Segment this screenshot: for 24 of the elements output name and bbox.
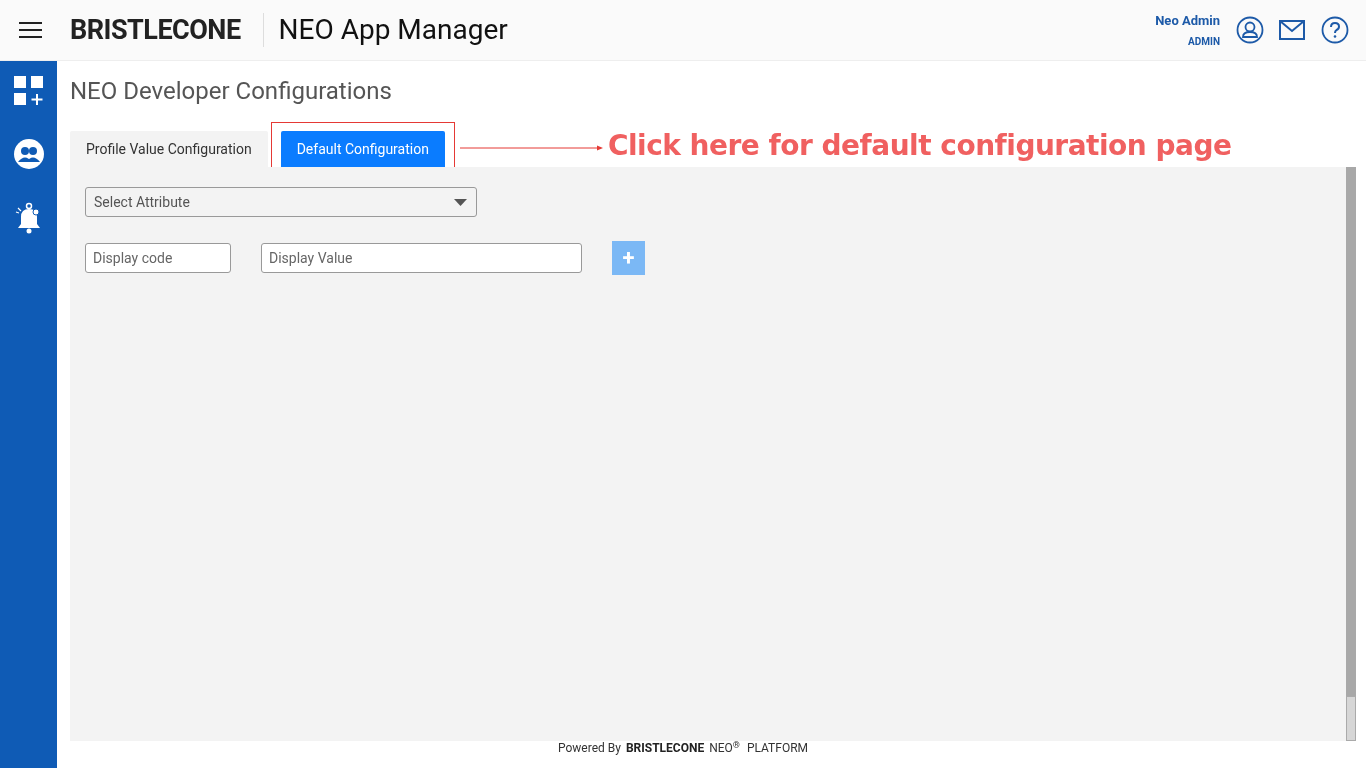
- menu-icon[interactable]: [19, 22, 42, 38]
- brand-logo: BRISTLECONE: [70, 12, 241, 48]
- user-icon[interactable]: [1236, 16, 1264, 44]
- footer-logo: BRISTLECONE: [625, 740, 705, 757]
- tab[interactable]: Profile Value Configuration: [70, 131, 268, 167]
- select-placeholder: Select Attribute: [94, 192, 190, 212]
- app-title: NEO App Manager: [278, 12, 508, 48]
- users-icon[interactable]: [13, 139, 44, 169]
- apps-add-icon[interactable]: [13, 76, 44, 106]
- display-value-field[interactable]: Display Value: [261, 243, 582, 273]
- caret-icon: [454, 198, 467, 206]
- tab[interactable]: Default Configuration: [280, 131, 445, 167]
- user-name: Neo Admin: [1155, 12, 1220, 31]
- page-title: NEO Developer Configurations: [70, 76, 393, 106]
- bell-icon[interactable]: [14, 202, 43, 234]
- attribute-select[interactable]: Select Attribute: [85, 187, 477, 217]
- footer-text: Powered By: [557, 740, 621, 757]
- help-icon[interactable]: [1321, 16, 1349, 44]
- footer-product: NEO$^{®}$: [709, 739, 740, 757]
- mail-icon[interactable]: [1279, 20, 1305, 40]
- annotation-text: Click here for default configuration page: [607, 130, 1232, 162]
- footer-text: PLATFORM: [746, 740, 809, 757]
- user-role: ADMIN: [1188, 34, 1220, 49]
- display-code-field[interactable]: Display code: [85, 243, 231, 273]
